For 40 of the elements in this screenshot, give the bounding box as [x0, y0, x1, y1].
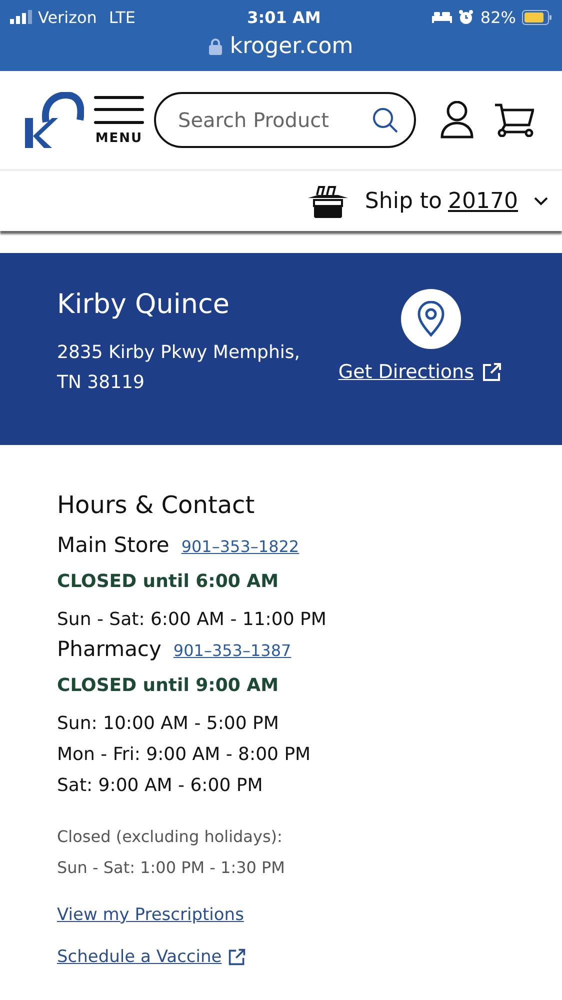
text-link[interactable]: View my Prescriptions — [57, 905, 244, 925]
department-name: Main Store — [57, 533, 170, 557]
battery-percent: 82% — [480, 8, 516, 26]
battery-icon — [522, 10, 552, 24]
phone-link[interactable]: 901–353–1387 — [173, 641, 292, 660]
menu-icon — [94, 94, 144, 124]
search-field[interactable]: Search Product — [154, 92, 416, 148]
grocery-box-icon — [306, 183, 349, 219]
hours-text: Sun - Sat: 6:00 AM - 11:00 PM — [57, 608, 328, 632]
ship-to-selector[interactable]: Ship to 20170 — [364, 188, 548, 214]
logo-icon[interactable] — [22, 92, 84, 148]
url-text[interactable]: kroger.com — [230, 34, 354, 59]
bed-icon — [432, 11, 452, 23]
external-link-icon — [482, 362, 502, 382]
clock-time: 3:01 AM — [247, 8, 321, 26]
department-name: Pharmacy — [57, 637, 162, 661]
signal-icon — [10, 10, 32, 24]
chevron-down-icon — [534, 196, 548, 206]
text-link[interactable]: Schedule a Vaccine — [57, 947, 246, 967]
open-status: CLOSED until 9:00 AM — [57, 675, 280, 696]
search-icon[interactable] — [372, 107, 398, 133]
section-title: Hours & Contact — [57, 491, 256, 519]
lock-icon — [208, 38, 222, 55]
get-directions-link[interactable]: Get Directions — [338, 361, 502, 383]
hours-text: Sun: 10:00 AM - 5:00 PM — [57, 712, 280, 736]
open-status: CLOSED until 6:00 AM — [57, 571, 280, 592]
hours-text: Mon - Fri: 9:00 AM - 8:00 PM — [57, 743, 312, 767]
store-address: 2835 Kirby Pkwy Memphis, TN 38119 — [57, 341, 300, 395]
menu-button[interactable]: MENU — [94, 94, 144, 146]
cart-icon[interactable] — [494, 103, 534, 137]
carrier-name: Verizon — [38, 8, 97, 26]
hours-text: Sat: 9:00 AM - 6:00 PM — [57, 774, 264, 798]
phone-link[interactable]: 901–353–1822 — [181, 537, 300, 556]
closed-hours-note: Closed (excluding holidays): — [57, 826, 284, 848]
store-name: Kirby Quince — [57, 289, 230, 320]
network-type: LTE — [108, 8, 136, 26]
alarm-icon — [458, 9, 474, 25]
account-icon[interactable] — [440, 101, 474, 139]
closed-hours-note: Sun - Sat: 1:00 PM - 1:30 PM — [57, 857, 286, 879]
external-link-icon — [228, 948, 246, 966]
